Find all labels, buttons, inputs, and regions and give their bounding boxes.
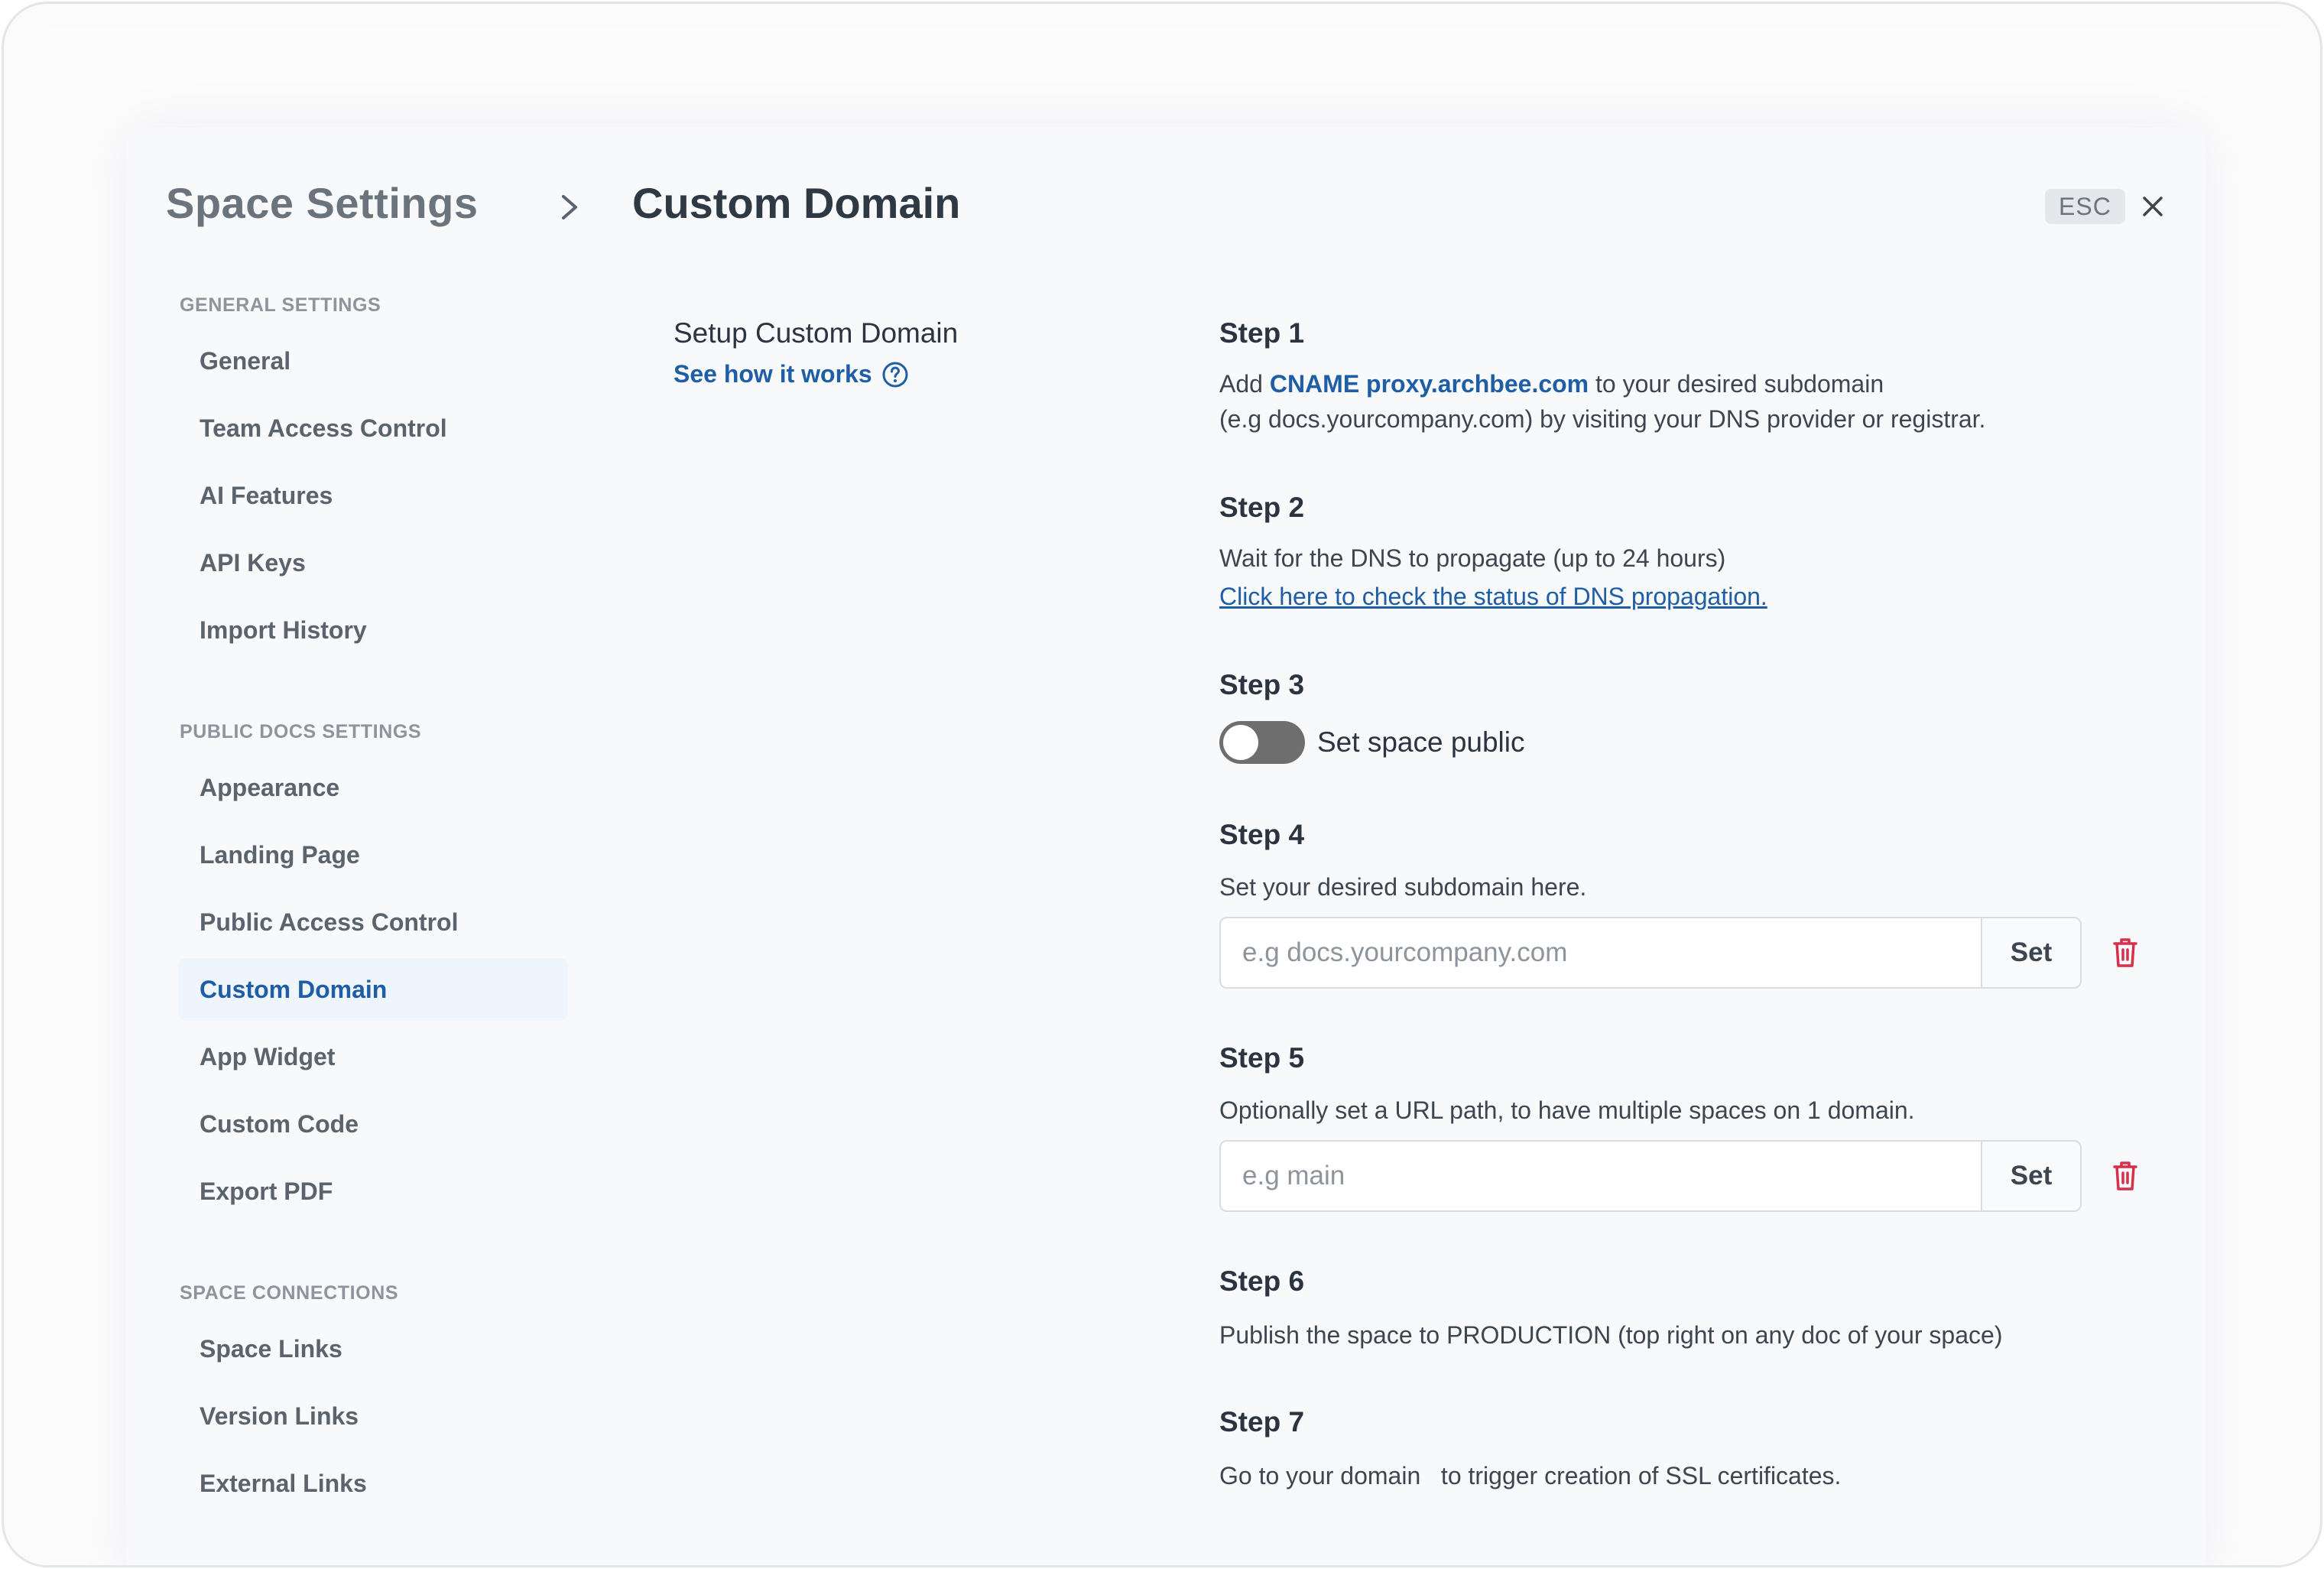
sidebar-item-landing-page[interactable]: Landing Page <box>178 823 568 886</box>
trash-icon[interactable] <box>2112 1160 2138 1192</box>
see-how-it-works-link[interactable]: See how it works <box>674 360 958 388</box>
sidebar-heading-space-connections: SPACE CONNECTIONS <box>180 1282 399 1304</box>
close-icon[interactable] <box>2140 193 2166 219</box>
step-7-title: Step 7 <box>1219 1406 1305 1437</box>
url-path-input[interactable] <box>1219 1140 1981 1212</box>
steps-column: Step 1 Add CNAME proxy.archbee.com to yo… <box>1219 317 2144 1493</box>
step-1-text-a: Add <box>1219 370 1270 398</box>
step-6-title: Step 6 <box>1219 1265 1305 1297</box>
sidebar: GENERAL SETTINGS General Team Access Con… <box>178 294 568 1515</box>
sidebar-item-space-links[interactable]: Space Links <box>178 1317 568 1380</box>
cname-record: CNAME proxy.archbee.com <box>1269 370 1589 398</box>
step-1-text: Add CNAME proxy.archbee.com to your desi… <box>1219 366 2144 401</box>
sidebar-heading-general: GENERAL SETTINGS <box>180 294 381 316</box>
step-3: Step 3 Set space public <box>1219 669 2144 764</box>
sidebar-item-app-widget[interactable]: App Widget <box>178 1025 568 1088</box>
step-6-text: Publish the space to PRODUCTION (top rig… <box>1219 1321 2003 1349</box>
subdomain-set-button[interactable]: Set <box>1981 917 2082 989</box>
step-5-text: Optionally set a URL path, to have multi… <box>1219 1096 1915 1124</box>
subdomain-input[interactable] <box>1219 917 1981 989</box>
step-2-title: Step 2 <box>1219 492 1305 523</box>
window-frame: Space Settings Custom Domain ESC GENERAL… <box>2 2 2322 1567</box>
sidebar-item-team-access-control[interactable]: Team Access Control <box>178 397 568 460</box>
step-4-text: Set your desired subdomain here. <box>1219 873 1587 901</box>
step-7-text: Go to your domain to trigger creation of… <box>1219 1462 1842 1489</box>
sidebar-group-space-connections: SPACE CONNECTIONS Space Links Version Li… <box>178 1282 568 1515</box>
chevron-right-icon <box>562 195 577 219</box>
set-public-label: Set space public <box>1317 726 1525 758</box>
sidebar-item-external-links[interactable]: External Links <box>178 1452 568 1515</box>
step-1-text-c: (e.g docs.yourcompany.com) by visiting y… <box>1219 405 1986 433</box>
step-4-title: Step 4 <box>1219 819 1305 850</box>
sidebar-item-import-history[interactable]: Import History <box>178 599 568 661</box>
esc-badge[interactable]: ESC <box>2045 189 2125 224</box>
set-public-toggle[interactable] <box>1219 721 1305 764</box>
step-7: Step 7 Go to your domain to trigger crea… <box>1219 1406 2144 1493</box>
sidebar-heading-public-docs: PUBLIC DOCS SETTINGS <box>180 721 422 742</box>
url-path-row: Set <box>1219 1140 2144 1212</box>
setup-section: Setup Custom Domain See how it works <box>674 317 958 388</box>
step-1-text-b: to your desired subdomain <box>1589 370 1884 398</box>
settings-modal: Space Settings Custom Domain ESC GENERAL… <box>126 128 2206 1565</box>
sidebar-item-version-links[interactable]: Version Links <box>178 1385 568 1447</box>
settings-title: Space Settings <box>166 179 479 227</box>
step-4: Step 4 Set your desired subdomain here. … <box>1219 819 2144 989</box>
toggle-knob <box>1223 725 1258 760</box>
step-2-text: Wait for the DNS to propagate (up to 24 … <box>1219 544 1726 572</box>
step-1-title: Step 1 <box>1219 317 1305 349</box>
step-2: Step 2 Wait for the DNS to propagate (up… <box>1219 492 2144 614</box>
page-title: Custom Domain <box>632 179 961 227</box>
url-path-set-button[interactable]: Set <box>1981 1140 2082 1212</box>
see-how-it-works-label: See how it works <box>674 360 872 388</box>
sidebar-group-general: GENERAL SETTINGS General Team Access Con… <box>178 294 568 661</box>
sidebar-item-ai-features[interactable]: AI Features <box>178 464 568 527</box>
sidebar-item-api-keys[interactable]: API Keys <box>178 531 568 594</box>
sidebar-item-custom-code[interactable]: Custom Code <box>178 1093 568 1155</box>
sidebar-item-export-pdf[interactable]: Export PDF <box>178 1160 568 1223</box>
step-3-title: Step 3 <box>1219 669 1305 700</box>
sidebar-item-appearance[interactable]: Appearance <box>178 756 568 819</box>
sidebar-item-general[interactable]: General <box>178 330 568 392</box>
sidebar-item-custom-domain[interactable]: Custom Domain <box>178 958 568 1021</box>
step-5: Step 5 Optionally set a URL path, to hav… <box>1219 1042 2144 1212</box>
subdomain-row: Set <box>1219 917 2144 989</box>
trash-icon[interactable] <box>2112 937 2138 969</box>
sidebar-item-public-access-control[interactable]: Public Access Control <box>178 891 568 953</box>
step-5-title: Step 5 <box>1219 1042 1305 1074</box>
question-circle-icon <box>882 362 908 387</box>
setup-title: Setup Custom Domain <box>674 317 959 349</box>
set-public-row: Set space public <box>1219 721 2144 764</box>
step-6: Step 6 Publish the space to PRODUCTION (… <box>1219 1265 2144 1353</box>
dns-propagation-link[interactable]: Click here to check the status of DNS pr… <box>1219 579 2144 614</box>
sidebar-group-public-docs: PUBLIC DOCS SETTINGS Appearance Landing … <box>178 721 568 1223</box>
step-1: Step 1 Add CNAME proxy.archbee.com to yo… <box>1219 317 2144 437</box>
